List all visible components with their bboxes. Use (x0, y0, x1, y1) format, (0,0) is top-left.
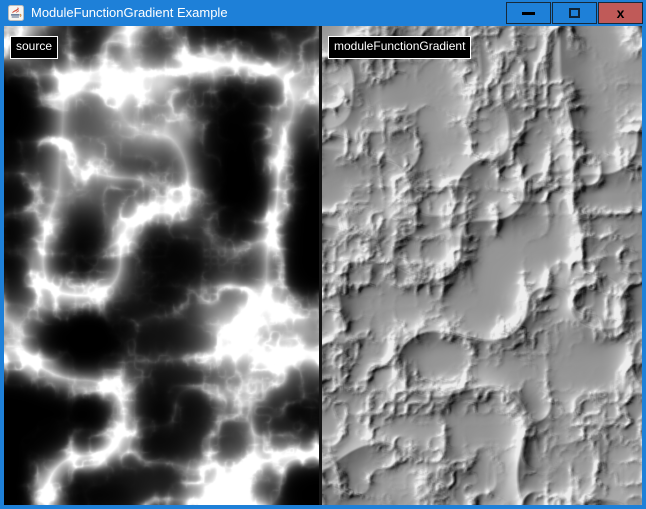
source-label: source (10, 36, 58, 59)
gradient-label: moduleFunctionGradient (328, 36, 471, 59)
app-window: ModuleFunctionGradient Example x source … (0, 0, 646, 509)
minimize-button[interactable] (506, 2, 551, 24)
close-x-icon: x (617, 6, 625, 20)
gradient-panel: moduleFunctionGradient (322, 26, 642, 505)
maximize-square-icon (569, 8, 580, 18)
window-title: ModuleFunctionGradient Example (31, 0, 228, 26)
content-area: source moduleFunctionGradient (4, 26, 642, 505)
close-button[interactable]: x (598, 2, 643, 24)
gradient-image (322, 26, 642, 505)
minimize-dash-icon (522, 12, 535, 15)
java-coffee-cup-icon[interactable] (8, 5, 24, 21)
source-panel: source (4, 26, 319, 505)
maximize-button[interactable] (552, 2, 597, 24)
source-image (4, 26, 319, 505)
window-controls: x (506, 2, 643, 24)
